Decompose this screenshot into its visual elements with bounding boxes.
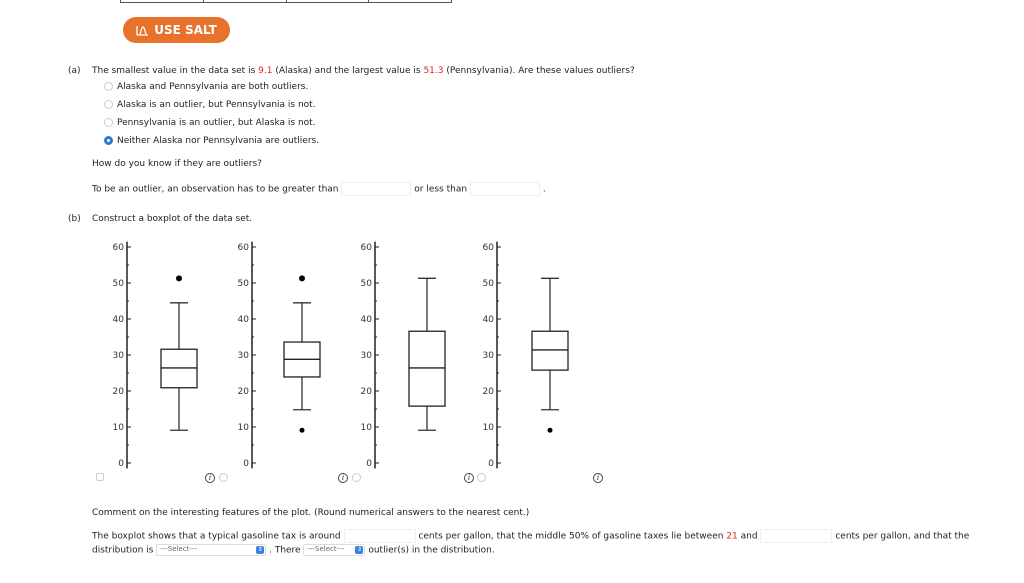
radio-button[interactable]	[104, 118, 113, 127]
outlier-count-select[interactable]: ---Select--- ⇕	[303, 544, 366, 556]
info-icon[interactable]: i	[338, 473, 348, 483]
y-tick-label: 50	[113, 279, 125, 289]
comment-prompt: Comment on the interesting features of t…	[92, 508, 530, 518]
info-icon[interactable]: i	[593, 473, 603, 483]
y-tick-label: 50	[483, 279, 495, 289]
answer-option[interactable]: Pennsylvania is an outlier, but Alaska i…	[104, 118, 316, 128]
y-tick-label: 30	[483, 351, 495, 361]
outlier-point	[299, 427, 305, 433]
option-label: Neither Alaska nor Pennsylvania are outl…	[117, 136, 320, 146]
y-tick-label: 40	[238, 315, 250, 325]
y-tick-label: 20	[238, 387, 250, 397]
lower-fence-input[interactable]	[469, 182, 540, 196]
y-tick-label: 10	[361, 423, 373, 433]
outlier-rule: To be an outlier, an observation has to …	[92, 182, 546, 196]
boxplot-choices: 0 10 20 30 40 50 60 0 10 20 30 40 50 60 0 10 20 30 40 50 60 0…	[113, 241, 569, 469]
y-tick-label: 30	[361, 351, 373, 361]
y-tick-label: 20	[113, 387, 125, 397]
y-tick-label: 40	[113, 315, 125, 325]
y-tick-label: 10	[483, 423, 495, 433]
box	[408, 330, 446, 407]
y-tick-label: 20	[483, 387, 495, 397]
answer-option[interactable]: Neither Alaska nor Pennsylvania are outl…	[104, 136, 319, 146]
select-arrows-icon: ⇕	[355, 546, 364, 554]
y-tick-label: 20	[361, 387, 373, 397]
y-tick-label: 10	[113, 423, 125, 433]
y-tick-label: 60	[483, 243, 495, 253]
use-salt-button[interactable]: USE SALT	[123, 17, 230, 43]
option-label: Pennsylvania is an outlier, but Alaska i…	[117, 118, 316, 128]
boxplot-radio[interactable]	[477, 473, 486, 482]
y-tick-label: 40	[483, 315, 495, 325]
option-label: Alaska is an outlier, but Pennsylvania i…	[117, 100, 316, 110]
radio-button[interactable]	[104, 100, 113, 109]
outlier-point	[299, 275, 305, 282]
y-tick-label: 0	[118, 459, 124, 469]
outlier-point	[547, 427, 553, 433]
info-icon[interactable]: i	[464, 473, 474, 483]
info-icon[interactable]: i	[205, 473, 215, 483]
y-tick-label: 60	[238, 243, 250, 253]
y-tick-label: 30	[113, 351, 125, 361]
top-table-fragment	[120, 0, 452, 3]
radio-button[interactable]	[104, 136, 113, 145]
box	[531, 330, 569, 371]
comment-line2: distribution is ---Select--- ⇕ . There --…	[92, 544, 495, 556]
outlier-point	[176, 275, 182, 282]
salt-icon	[136, 25, 149, 36]
y-tick-label: 0	[366, 459, 372, 469]
radio-button[interactable]	[104, 82, 113, 91]
y-tick-label: 50	[361, 279, 373, 289]
boxplot-radio[interactable]	[96, 473, 104, 481]
option-label: Alaska and Pennsylvania are both outlier…	[117, 82, 309, 92]
y-tick-label: 40	[361, 315, 373, 325]
part-b-prompt: (b) Construct a boxplot of the data set.	[68, 214, 253, 224]
y-tick-label: 60	[113, 243, 125, 253]
y-tick-label: 50	[238, 279, 250, 289]
boxplot-radio[interactable]	[219, 473, 228, 482]
distribution-shape-select[interactable]: ---Select--- ⇕	[156, 544, 267, 556]
use-salt-label: USE SALT	[154, 23, 217, 37]
y-tick-label: 60	[361, 243, 373, 253]
y-tick-label: 0	[243, 459, 249, 469]
part-a-question: (a) The smallest value in the data set is…	[68, 66, 635, 76]
how-text: How do you know if they are outliers?	[92, 159, 262, 169]
boxplot-radio[interactable]	[352, 473, 361, 482]
upper-fence-input[interactable]	[341, 182, 412, 196]
y-tick-label: 30	[238, 351, 250, 361]
select-arrows-icon: ⇕	[256, 546, 265, 554]
y-tick-label: 10	[238, 423, 250, 433]
comment-line1: The boxplot shows that a typical gasolin…	[92, 529, 969, 543]
y-tick-label: 0	[488, 459, 494, 469]
q3-input[interactable]	[760, 529, 833, 543]
answer-option[interactable]: Alaska and Pennsylvania are both outlier…	[104, 82, 308, 92]
typical-tax-input[interactable]	[343, 529, 416, 543]
answer-option[interactable]: Alaska is an outlier, but Pennsylvania i…	[104, 100, 316, 110]
